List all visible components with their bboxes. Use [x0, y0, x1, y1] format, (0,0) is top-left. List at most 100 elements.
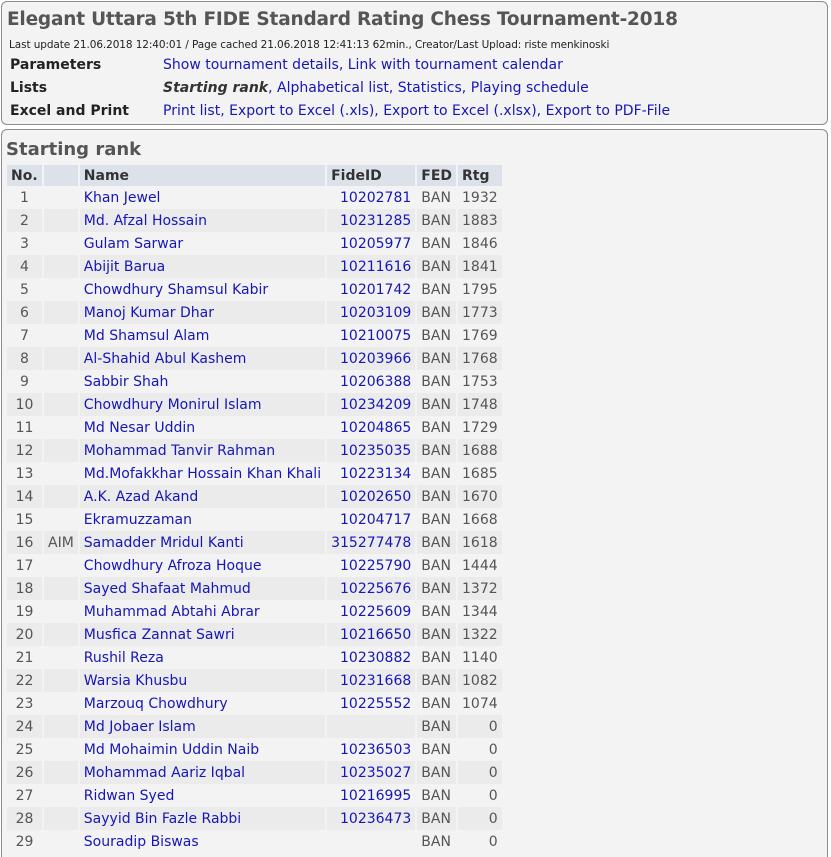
alphabetical-list-link[interactable]: Alphabetical list [277, 80, 389, 96]
player-fideid-cell: 10235035 [326, 439, 418, 462]
player-title [43, 830, 80, 853]
player-fideid-link[interactable]: 10206388 [340, 374, 411, 390]
player-fideid-link[interactable]: 10203966 [340, 351, 411, 367]
player-name-link[interactable]: Marzouq Chowdhury [84, 696, 228, 712]
player-rating: 0 [457, 715, 504, 738]
player-fideid-link[interactable]: 10231668 [340, 673, 411, 689]
player-fideid-link[interactable]: 10202781 [340, 190, 411, 206]
export-xls-link[interactable]: Export to Excel (.xls) [229, 103, 374, 119]
player-name-link[interactable]: Gulam Sarwar [84, 236, 183, 252]
player-name-link[interactable]: Chowdhury Monirul Islam [84, 397, 262, 413]
player-name-link[interactable]: Warsia Khusbu [84, 673, 187, 689]
column-header-name: Name [78, 165, 328, 186]
player-name-cell: Chowdhury Shamsul Kabir [78, 278, 328, 301]
export-xlsx-link[interactable]: Export to Excel (.xlsx) [383, 103, 536, 119]
player-name-link[interactable]: Md.Mofakkhar Hossain Khan Khali [84, 466, 321, 482]
player-name-link[interactable]: Sabbir Shah [84, 374, 169, 390]
player-federation: BAN [416, 784, 459, 807]
player-name-link[interactable]: Ekramuzzaman [84, 512, 192, 528]
player-name-link[interactable]: Souradip Biswas [84, 834, 199, 850]
table-row: 6 Manoj Kumar Dhar 10203109 BAN 1773 [7, 301, 504, 324]
player-fideid-link[interactable]: 10225790 [340, 558, 411, 574]
player-rating: 1372 [457, 577, 504, 600]
player-name-link[interactable]: Khan Jewel [84, 190, 161, 206]
player-fideid-link[interactable]: 10216995 [340, 788, 411, 804]
player-fideid-link[interactable]: 10223134 [340, 466, 411, 482]
excel-print-label: Excel and Print [10, 103, 129, 119]
player-fideid-link[interactable]: 10216650 [340, 627, 411, 643]
player-name-cell: Muhammad Abtahi Abrar [78, 600, 328, 623]
player-name-link[interactable]: Mohammad Aariz Iqbal [84, 765, 245, 781]
player-title [43, 807, 80, 830]
player-name-link[interactable]: A.K. Azad Akand [84, 489, 198, 505]
player-name-link[interactable]: Muhammad Abtahi Abrar [84, 604, 260, 620]
table-row: 14 A.K. Azad Akand 10202650 BAN 1670 [7, 485, 504, 508]
player-fideid-link[interactable]: 10235035 [340, 443, 411, 459]
player-federation: BAN [416, 232, 459, 255]
player-name-cell: Abijit Barua [78, 255, 328, 278]
player-title [43, 324, 80, 347]
player-name-link[interactable]: Manoj Kumar Dhar [84, 305, 214, 321]
player-fideid-link[interactable]: 10234209 [340, 397, 411, 413]
player-fideid-link[interactable]: 10225676 [340, 581, 411, 597]
column-header-fideid: FideID [326, 165, 418, 186]
player-fideid-cell: 10202781 [326, 186, 418, 209]
player-fideid-link[interactable]: 10201742 [340, 282, 411, 298]
player-name-link[interactable]: Abijit Barua [84, 259, 165, 275]
player-fideid-link[interactable]: 10225609 [340, 604, 411, 620]
player-name-link[interactable]: Md. Afzal Hossain [84, 213, 207, 229]
player-name-link[interactable]: Samadder Mridul Kanti [84, 535, 244, 551]
player-name-link[interactable]: Ridwan Syed [84, 788, 175, 804]
player-fideid-cell: 10231285 [326, 209, 418, 232]
table-row: 9 Sabbir Shah 10206388 BAN 1753 [7, 370, 504, 393]
export-pdf-link[interactable]: Export to PDF-File [546, 103, 671, 119]
player-title [43, 393, 80, 416]
player-fideid-link[interactable]: 10236503 [340, 742, 411, 758]
player-name-link[interactable]: Md Jobaer Islam [84, 719, 196, 735]
player-no: 9 [7, 370, 44, 393]
player-rating: 1795 [457, 278, 504, 301]
player-fideid-cell: 10216995 [326, 784, 418, 807]
player-fideid-link[interactable]: 10205977 [340, 236, 411, 252]
player-fideid-link[interactable]: 10235027 [340, 765, 411, 781]
player-name-link[interactable]: Al-Shahid Abul Kashem [84, 351, 247, 367]
player-no: 18 [7, 577, 44, 600]
show-tournament-details-link[interactable]: Show tournament details [163, 57, 339, 73]
player-rating: 1444 [457, 554, 504, 577]
player-fideid-link[interactable]: 10202650 [340, 489, 411, 505]
starting-rank-table: No. Name FideID FED Rtg 1 Khan Jewel 10202… [7, 165, 504, 853]
player-no: 22 [7, 669, 44, 692]
print-list-link[interactable]: Print list [163, 103, 220, 119]
player-fideid-link[interactable]: 10231285 [340, 213, 411, 229]
player-name-link[interactable]: Chowdhury Shamsul Kabir [84, 282, 268, 298]
player-fideid-link[interactable]: 10211616 [340, 259, 411, 275]
player-fideid-link[interactable]: 10203109 [340, 305, 411, 321]
player-title [43, 784, 80, 807]
statistics-link[interactable]: Statistics [398, 80, 462, 96]
player-fideid-link[interactable]: 10210075 [340, 328, 411, 344]
starting-rank-current: Starting rank [163, 80, 269, 96]
player-name-link[interactable]: Rushil Reza [84, 650, 164, 666]
player-title [43, 692, 80, 715]
player-fideid-link[interactable]: 10204865 [340, 420, 411, 436]
player-name-link[interactable]: Md Nesar Uddin [84, 420, 195, 436]
player-name-link[interactable]: Md Shamsul Alam [84, 328, 210, 344]
playing-schedule-link[interactable]: Playing schedule [471, 80, 589, 96]
player-fideid-link[interactable]: 10230882 [340, 650, 411, 666]
player-fideid-link[interactable]: 10225552 [340, 696, 411, 712]
player-name-link[interactable]: Chowdhury Afroza Hoque [84, 558, 262, 574]
player-title [43, 462, 80, 485]
link-tournament-calendar-link[interactable]: Link with tournament calendar [348, 57, 563, 73]
player-fideid-cell: 10204717 [326, 508, 418, 531]
player-name-link[interactable]: Md Mohaimin Uddin Naib [84, 742, 259, 758]
player-name-link[interactable]: Mohammad Tanvir Rahman [84, 443, 275, 459]
player-name-cell: Mohammad Tanvir Rahman [78, 439, 328, 462]
table-row: 4 Abijit Barua 10211616 BAN 1841 [7, 255, 504, 278]
player-name-link[interactable]: Sayed Shafaat Mahmud [84, 581, 251, 597]
lists-label: Lists [10, 80, 48, 96]
player-fideid-link[interactable]: 315277478 [331, 535, 411, 551]
player-name-link[interactable]: Sayyid Bin Fazle Rabbi [84, 811, 241, 827]
player-name-link[interactable]: Musfica Zannat Sawri [84, 627, 235, 643]
player-fideid-link[interactable]: 10236473 [340, 811, 411, 827]
player-fideid-link[interactable]: 10204717 [340, 512, 411, 528]
